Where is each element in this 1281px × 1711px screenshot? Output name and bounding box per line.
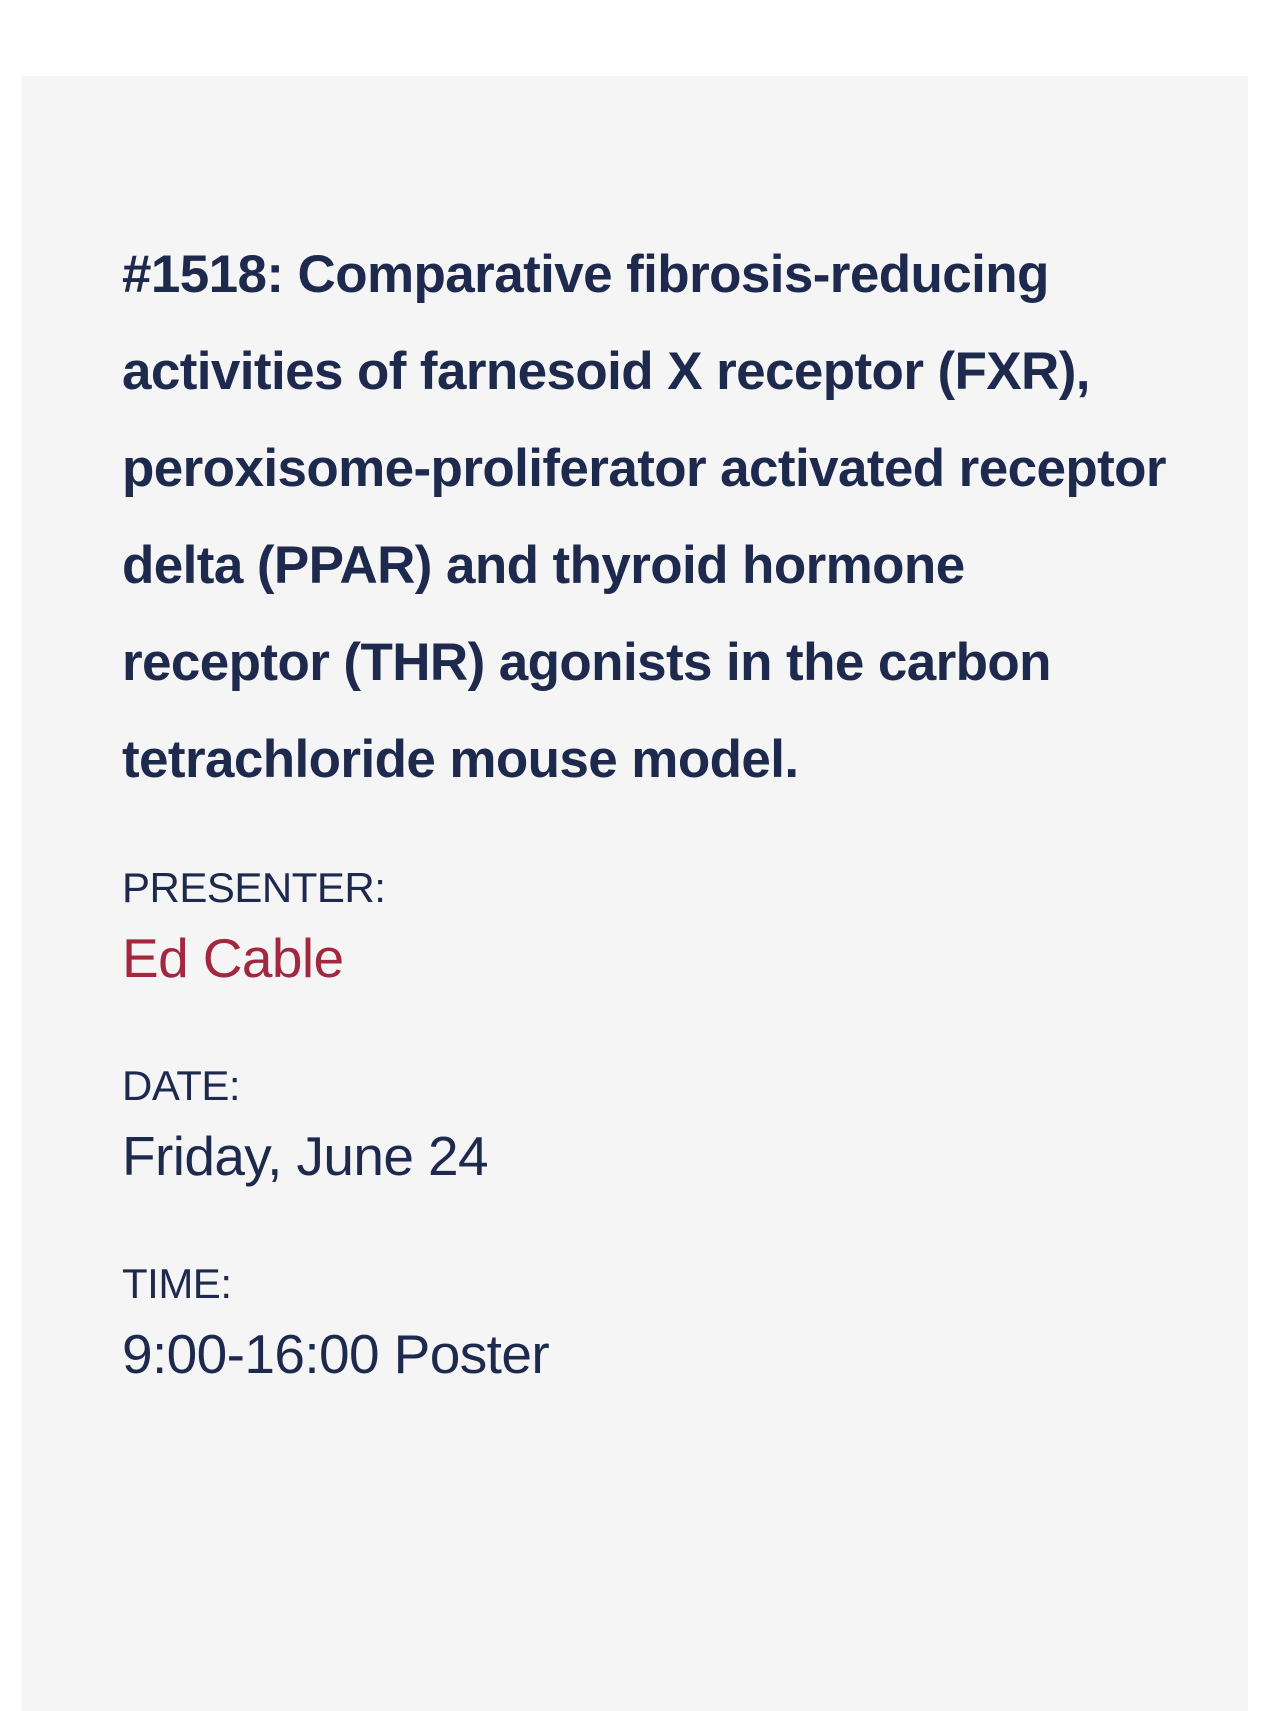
time-label: TIME: <box>122 1260 232 1307</box>
session-card: #1518: Comparative fibrosis-reducing act… <box>22 76 1248 1711</box>
session-title: #1518: Comparative fibrosis-reducing act… <box>122 245 1167 789</box>
presenter-field: PRESENTER: Ed Cable <box>122 863 1182 991</box>
date-field: DATE: Friday, June 24 <box>122 1061 1182 1189</box>
presenter-name-link[interactable]: Ed Cable <box>122 925 1182 991</box>
date-label: DATE: <box>122 1062 241 1109</box>
presenter-label: PRESENTER: <box>122 864 386 911</box>
time-field: TIME: 9:00-16:00 Poster <box>122 1259 1182 1387</box>
date-value: Friday, June 24 <box>122 1125 489 1187</box>
session-details: #1518: Comparative fibrosis-reducing act… <box>122 226 1182 1387</box>
time-value: 9:00-16:00 Poster <box>122 1323 550 1385</box>
